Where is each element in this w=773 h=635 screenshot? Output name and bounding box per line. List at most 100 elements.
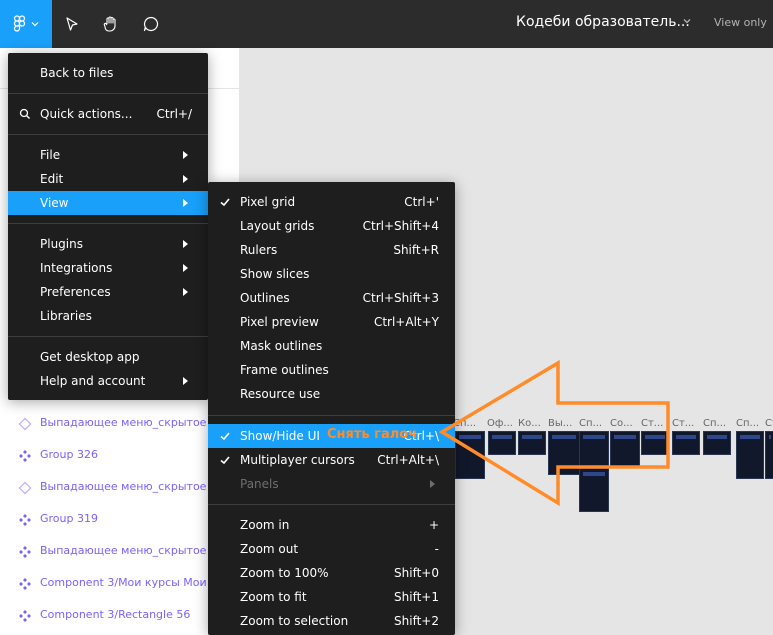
main-menu-button[interactable] — [0, 0, 52, 48]
menu-item-integrations[interactable]: Integrations — [8, 256, 208, 280]
frame-label[interactable]: Сп... — [703, 418, 731, 429]
layer-row[interactable]: Выпадающее меню_скрытое — [0, 536, 240, 568]
toolbar: Кодеби образователь... View only — [0, 0, 773, 48]
menu-separator — [8, 134, 208, 135]
component-icon — [19, 450, 31, 462]
menu-item-label: Edit — [40, 172, 64, 186]
frame-thumbnail[interactable] — [736, 431, 764, 479]
file-title[interactable]: Кодеби образователь... — [516, 14, 690, 30]
move-cursor-icon — [66, 17, 78, 31]
menu-item-plugins[interactable]: Plugins — [8, 232, 208, 256]
annotation-arrow — [438, 359, 670, 507]
menu-item-label: Show/Hide UI — [240, 429, 320, 443]
menu-item-zoom-to-fit[interactable]: Zoom to fit Shift+1 — [208, 585, 455, 609]
menu-item-resource-use[interactable]: Resource use — [208, 382, 455, 406]
frame-thumbnail[interactable] — [703, 431, 731, 455]
layer-name: Выпадающее меню_скрытое — [40, 480, 207, 493]
menu-item-label: Pixel preview — [240, 315, 319, 329]
menu-item-label: View — [40, 196, 69, 210]
menu-item-label: File — [40, 148, 61, 162]
menu-item-label: Panels — [240, 477, 279, 491]
menu-item-preferences[interactable]: Preferences — [8, 280, 208, 304]
menu-item-label: Help and account — [40, 374, 146, 388]
hand-tool[interactable] — [99, 12, 123, 36]
menu-item-rulers[interactable]: Rulers Shift+R — [208, 238, 455, 262]
menu-item-label: Resource use — [240, 387, 321, 401]
frame-thumbnail[interactable] — [672, 431, 700, 455]
layer-name: Выпадающее меню_скрытое — [40, 544, 207, 557]
layer-row[interactable]: Component 3/Rectangle 56 — [0, 600, 240, 632]
component-instance-icon — [18, 481, 32, 495]
menu-item-zoom-out[interactable]: Zoom out - — [208, 537, 455, 561]
menu-item-zoom-to-selection[interactable]: Zoom to selection Shift+2 — [208, 609, 455, 633]
menu-item-label: Rulers — [240, 243, 278, 257]
menu-item-multiplayer-cursors[interactable]: Multiplayer cursors Ctrl+Alt+\ — [208, 448, 455, 472]
menu-item-libraries[interactable]: Libraries — [8, 304, 208, 328]
layer-name: Group 319 — [40, 512, 98, 525]
layer-name: Component 3/Мои курсы Мои — [40, 576, 207, 589]
menu-item-label: Plugins — [40, 237, 83, 251]
move-tool[interactable] — [60, 12, 84, 36]
menu-separator — [8, 336, 208, 337]
menu-item-edit[interactable]: Edit — [8, 167, 208, 191]
menu-item-frame-outlines[interactable]: Frame outlines — [208, 358, 455, 382]
menu-separator — [8, 223, 208, 224]
menu-item-label: Zoom to selection — [240, 614, 349, 628]
figma-logo-icon — [13, 15, 26, 32]
chevron-right-icon — [183, 175, 188, 183]
menu-item-label: Quick actions... — [40, 107, 133, 121]
layer-row[interactable]: Выпадающее меню_скрытое — [0, 472, 240, 504]
menu-item-zoom-in[interactable]: Zoom in + — [208, 513, 455, 537]
frame-label[interactable]: Сп... — [736, 418, 764, 429]
check-icon — [220, 432, 230, 441]
menu-item-view[interactable]: View — [8, 191, 208, 215]
menu-item-label: Frame outlines — [240, 363, 329, 377]
view-submenu: Show/Hide UI Ctrl+\ Multiplayer cursors … — [208, 182, 455, 635]
chevron-right-icon — [183, 264, 188, 272]
layer-row[interactable]: Выпадающее меню_скрытое — [0, 408, 240, 440]
layer-name: Component 3/Rectangle 56 — [40, 608, 191, 621]
menu-item-outlines[interactable]: Outlines Ctrl+Shift+3 — [208, 286, 455, 310]
frame-thumbnail[interactable] — [765, 431, 773, 479]
layer-row[interactable]: Component 3/Мои курсы Мои — [0, 568, 240, 600]
layer-name: Выпадающее меню_скрытое — [40, 416, 207, 429]
menu-item-label: Preferences — [40, 285, 111, 299]
layer-name: Group 326 — [40, 448, 98, 461]
component-icon — [19, 610, 31, 622]
menu-item-quick-actions[interactable]: Quick actions... Ctrl+/ — [8, 102, 208, 126]
menu-item-shortcut: Shift+2 — [394, 614, 439, 628]
comment-tool[interactable] — [139, 12, 163, 36]
menu-item-get-desktop-app[interactable]: Get desktop app — [8, 345, 208, 369]
menu-separator — [208, 504, 455, 505]
chevron-right-icon — [183, 151, 188, 159]
chevron-right-icon — [183, 288, 188, 296]
layer-row[interactable]: Group 319 — [0, 504, 240, 536]
chevron-right-icon — [183, 377, 188, 385]
frame-label[interactable]: Ст... — [672, 418, 700, 429]
menu-item-mask-outlines[interactable]: Mask outlines — [208, 334, 455, 358]
menu-item-shortcut: Ctrl+Shift+4 — [362, 219, 439, 233]
menu-item-label: Outlines — [240, 291, 290, 305]
menu-item-shortcut: Shift+R — [393, 243, 439, 257]
chevron-down-icon[interactable] — [682, 17, 692, 25]
menu-item-pixel-preview[interactable]: Pixel preview Ctrl+Alt+Y — [208, 310, 455, 334]
menu-item-label: Mask outlines — [240, 339, 323, 353]
menu-item-panels: Panels — [208, 472, 455, 496]
frame-label[interactable]: Ст... — [765, 418, 773, 429]
component-instance-icon — [18, 417, 32, 431]
menu-item-back-to-files[interactable]: Back to files — [8, 61, 208, 85]
search-icon — [19, 108, 30, 119]
menu-item-file[interactable]: File — [8, 143, 208, 167]
menu-item-layout-grids[interactable]: Layout grids Ctrl+Shift+4 — [208, 214, 455, 238]
menu-item-label: Back to files — [40, 66, 114, 80]
menu-item-help-and-account[interactable]: Help and account — [8, 369, 208, 393]
menu-item-pixel-grid[interactable]: Pixel grid Ctrl+' — [208, 190, 455, 214]
menu-separator — [208, 415, 455, 416]
menu-item-label: Pixel grid — [240, 195, 296, 209]
menu-item-shortcut: Ctrl+' — [404, 195, 439, 209]
menu-item-zoom-to-100[interactable]: Zoom to 100% Shift+0 — [208, 561, 455, 585]
menu-item-show-slices[interactable]: Show slices — [208, 262, 455, 286]
menu-item-label: Zoom to fit — [240, 590, 307, 604]
layer-row[interactable]: Group 326 — [0, 440, 240, 472]
menu-item-shortcut: - — [434, 542, 439, 556]
